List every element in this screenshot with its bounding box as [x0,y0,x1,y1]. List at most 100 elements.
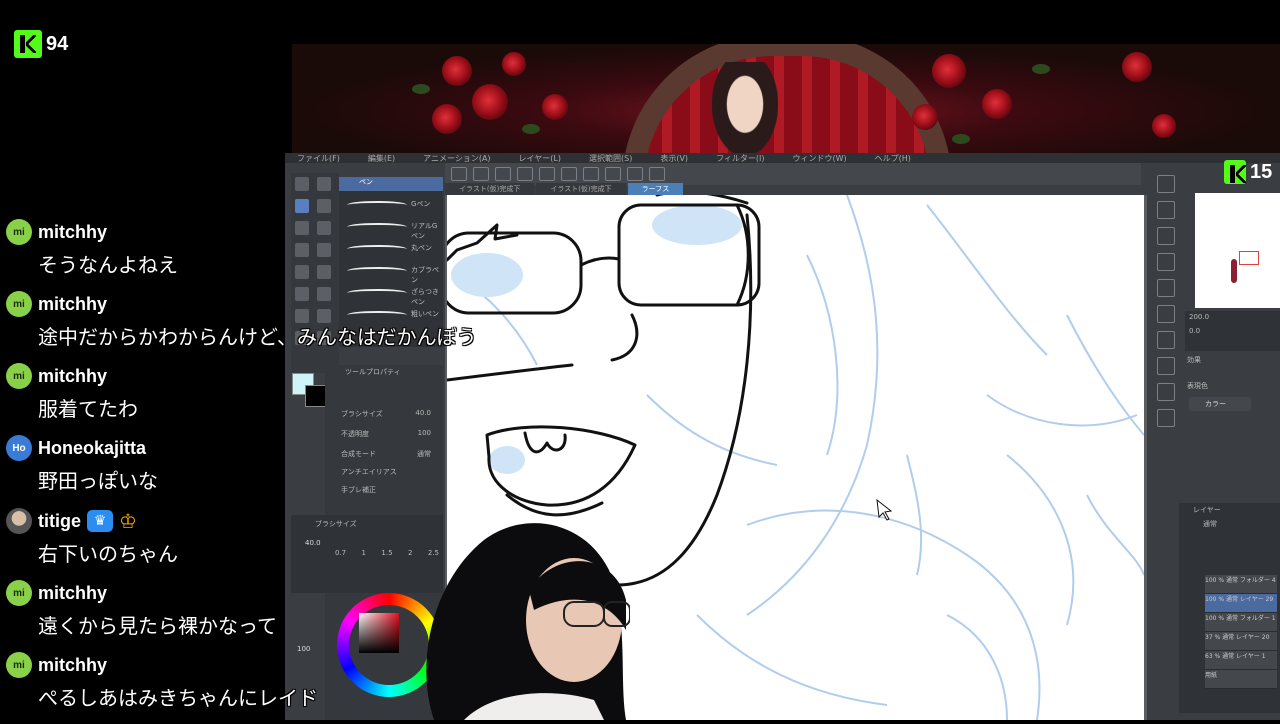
menu-file[interactable]: ファイル(F) [297,153,340,163]
effect-label: 効果 [1187,356,1201,364]
layer-property-icon[interactable] [1157,201,1175,219]
menu-view[interactable]: 表示(V) [660,153,688,163]
chat-username[interactable]: mitchhy [38,366,107,387]
chat-text: 途中だからかわからんけど、みんなはだかんぼう [38,325,477,349]
king-badge-icon: ♔ [119,509,137,533]
open-file-icon[interactable] [473,167,489,181]
brush-tool-icon[interactable] [295,221,309,235]
navigator-icon[interactable] [1157,175,1175,193]
info-icon[interactable] [1157,357,1175,375]
size-side-value: 40.0 [305,539,321,547]
opacity-value[interactable]: 100 [418,429,431,439]
menu-filter[interactable]: フィルター(I) [716,153,764,163]
zoom-tool-icon[interactable] [295,177,309,191]
deselect-icon[interactable] [605,167,621,181]
sub-tool-header: ペン [339,177,443,191]
chat-username[interactable]: mitchhy [38,294,107,315]
chat-text: 右下いのちゃん [38,542,178,566]
transform-icon[interactable] [583,167,599,181]
snap-icon[interactable] [627,167,643,181]
navigator-preview[interactable] [1195,193,1280,308]
layer-row[interactable]: 63 % 通常 レイヤー 1 [1205,653,1266,660]
avatar: mi [6,291,32,317]
avatar [6,508,32,534]
figure-tool-icon[interactable] [295,265,309,279]
right-panels: 200.0 0.0 効果 表現色 カラー レイヤー 通常 100 % 通常 フォ… [1155,163,1280,720]
layer-panel-title: レイヤー [1193,506,1221,514]
history-icon[interactable] [1157,279,1175,297]
pen-tool-icon[interactable] [295,199,309,213]
sub-view-icon[interactable] [1157,409,1175,427]
layer-row[interactable]: 100 % 通常 レイヤー 29 [1205,596,1273,603]
nav-angle[interactable]: 0.0 [1189,327,1200,335]
undo-icon[interactable] [517,167,533,181]
menu-animation[interactable]: アニメーション(A) [423,153,490,163]
saturation-value-square[interactable] [359,613,399,653]
blend-mode-value[interactable]: 通常 [417,449,431,459]
eyedropper-tool-icon[interactable] [317,287,331,301]
brush-round-pen[interactable]: 丸ペン [411,243,432,253]
clear-icon[interactable] [561,167,577,181]
text-tool-icon[interactable] [317,265,331,279]
search-layer-icon[interactable] [1157,227,1175,245]
antialias-label: アンチエイリアス [341,468,397,476]
kick-logo-icon [14,30,42,58]
ruler-icon[interactable] [649,167,665,181]
chat-username[interactable]: Honeokajitta [38,438,146,459]
gradient-tool-icon[interactable] [317,243,331,257]
brush-rough-pen[interactable]: ざらつきペン [411,287,443,307]
size-preset-2[interactable]: 1 [362,549,366,557]
chat-username[interactable]: mitchhy [38,583,107,604]
menu-selection[interactable]: 選択範囲(S) [589,153,632,163]
layer-row[interactable]: 100 % 通常 フォルダー 1 [1205,615,1276,622]
document-tabs: イラスト(仮)完成下 イラスト(仮)完成下 ラーフス [445,183,684,195]
color-label: 表現色 [1187,382,1208,390]
layer-row[interactable]: 37 % 通常 レイヤー 20 [1205,634,1269,641]
layer-blend-mode[interactable]: 通常 [1203,519,1217,529]
kick-logo-icon [1224,160,1246,184]
chat-username[interactable]: mitchhy [38,655,107,676]
avatar: mi [6,652,32,678]
zoom-value: 100 [297,645,311,653]
layer-row[interactable]: 100 % 通常 フォルダー 4 [1205,577,1276,584]
tab-doc-1[interactable]: イラスト(仮)完成下 [445,183,535,195]
auto-action-icon[interactable] [1157,305,1175,323]
viewer-badge: 94 [14,30,68,58]
move-tool-icon[interactable] [317,177,331,191]
quick-access-icon[interactable] [1157,383,1175,401]
menu-edit[interactable]: 編集(E) [368,153,395,163]
brush-size-value[interactable]: 40.0 [415,409,431,419]
eraser-tool-icon[interactable] [317,221,331,235]
fill-tool-icon[interactable] [295,243,309,257]
size-preset-3[interactable]: 1.5 [381,549,392,557]
menu-layer[interactable]: レイヤー(L) [519,153,561,163]
crown-badge-icon: ♛ [87,510,113,532]
tab-doc-3[interactable]: ラーフス [627,183,684,195]
nav-zoom[interactable]: 200.0 [1189,313,1209,321]
save-icon[interactable] [495,167,511,181]
chat-username[interactable]: mitchhy [38,222,107,243]
tab-doc-2[interactable]: イラスト(仮)完成下 [536,183,626,195]
brush-kabura-pen[interactable]: カブラペン [411,265,443,285]
new-file-icon[interactable] [451,167,467,181]
redo-icon[interactable] [539,167,555,181]
chat-text: そうなんよねえ [38,253,178,277]
material-icon[interactable] [1157,253,1175,271]
command-bar [445,163,1141,185]
brush-g-pen[interactable]: Gペン [411,199,430,209]
size-preset-1[interactable]: 0.7 [335,549,346,557]
menu-window[interactable]: ウィンドウ(W) [793,153,847,163]
lasso-tool-icon[interactable] [295,287,309,301]
color-mode-value: カラー [1205,400,1226,408]
background-color-swatch[interactable] [305,385,327,407]
viewer-badge-secondary: 15 [1224,160,1272,184]
stream-banner [292,44,1280,156]
item-bank-icon[interactable] [1157,331,1175,349]
color-mode-dropdown[interactable]: カラー [1189,397,1251,411]
layer-row[interactable]: 用紙 [1205,672,1217,679]
chat-username[interactable]: titige [38,511,81,532]
pencil-tool-icon[interactable] [317,199,331,213]
brush-real-g-pen[interactable]: リアルGペン [411,221,443,241]
brush-coarse-pen[interactable]: 粗いペン [411,309,439,319]
menu-help[interactable]: ヘルプ(H) [875,153,911,163]
